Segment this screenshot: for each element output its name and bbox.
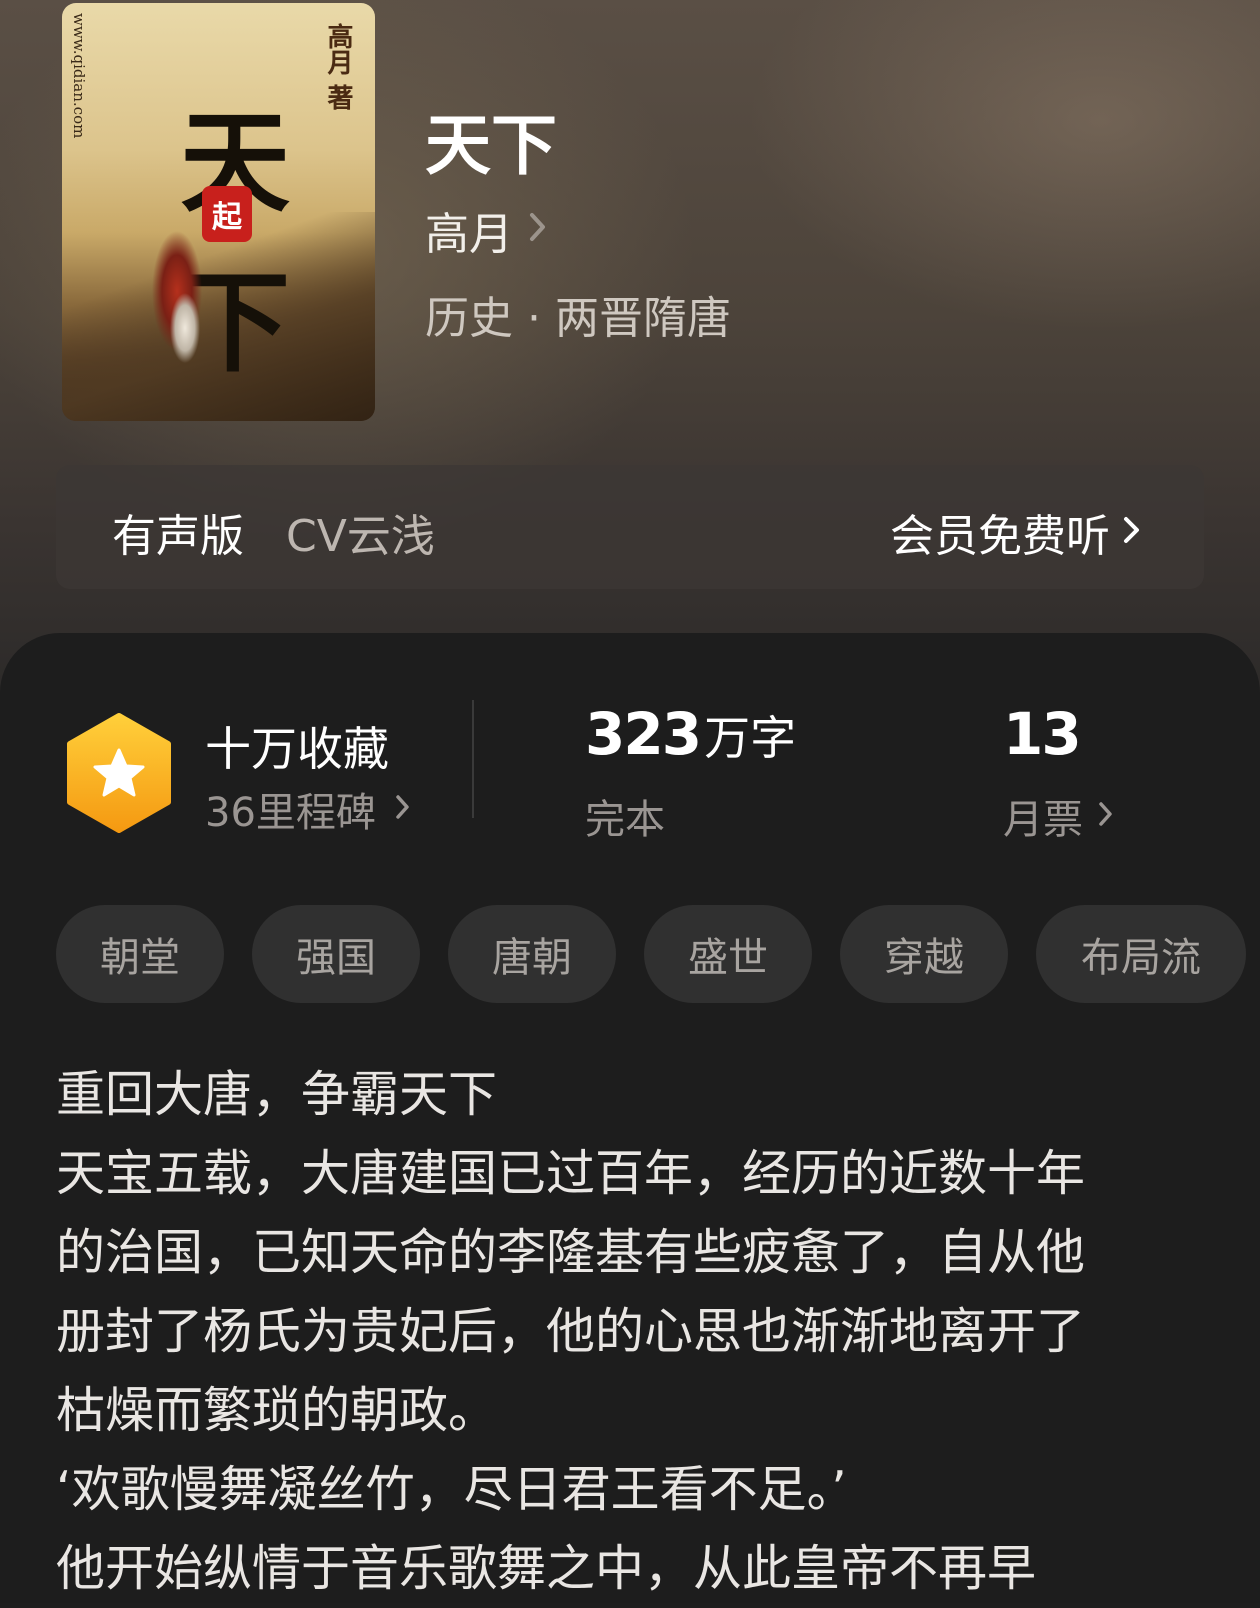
- description-line: 枯燥而繁琐的朝政。: [56, 1382, 498, 1439]
- book-title: 天下: [425, 107, 557, 184]
- audiobook-label: 有声版: [112, 511, 244, 562]
- chevron-right-icon: [1097, 793, 1115, 839]
- tag-chip[interactable]: 穿越: [840, 905, 1008, 1003]
- chevron-right-icon: [527, 205, 549, 256]
- member-free-listen-label: 会员免费听: [890, 511, 1110, 562]
- tag-chip[interactable]: 唐朝: [448, 905, 616, 1003]
- book-cover[interactable]: www.qidian.com 高月 著 天下 起: [62, 3, 375, 421]
- milestone-label: 36里程碑: [205, 790, 376, 836]
- tag-chip[interactable]: 布局流: [1036, 905, 1246, 1003]
- audiobook-narrator: CV云浅: [286, 511, 435, 562]
- book-genre[interactable]: 历史 · 两晋隋唐: [425, 282, 731, 346]
- description-line: 天宝五载，大唐建国已过百年，经历的近数十年: [56, 1145, 1086, 1202]
- description-line: 他开始纵情于音乐歌舞之中，从此皇帝不再早: [56, 1540, 1037, 1597]
- collection-count: 十万收藏: [205, 722, 389, 776]
- author-name: 高月: [425, 209, 513, 260]
- word-count: 323 万字: [585, 700, 796, 768]
- monthly-votes-count: 13: [1003, 700, 1082, 768]
- completion-status: 完本: [585, 797, 665, 843]
- tag-chip[interactable]: 强国: [252, 905, 420, 1003]
- description-line: ‘欢歌慢舞凝丝竹，尽日君王看不足。’: [56, 1461, 847, 1518]
- hexagon-badge-icon: [64, 712, 174, 834]
- stats-divider: [472, 700, 474, 818]
- tag-chip[interactable]: 盛世: [644, 905, 812, 1003]
- member-free-listen-button[interactable]: 会员免费听: [890, 500, 1142, 564]
- monthly-votes-link[interactable]: 月票: [1003, 787, 1115, 845]
- chevron-right-icon: [1122, 507, 1142, 558]
- tag-chip[interactable]: 朝堂: [56, 905, 224, 1003]
- author-link[interactable]: 高月: [425, 198, 549, 262]
- tag-list: 朝堂 强国 唐朝 盛世 穿越 布局流: [56, 905, 1246, 1003]
- description-line: 的治国，已知天命的李隆基有些疲惫了，自从他: [56, 1224, 1086, 1281]
- cover-seal: 起: [202, 186, 252, 242]
- audiobook-bar[interactable]: 有声版 CV云浅 会员免费听: [56, 465, 1204, 589]
- book-description[interactable]: 重回大唐，争霸天下 天宝五载，大唐建国已过百年，经历的近数十年 的治国，已知天命…: [56, 1055, 1186, 1608]
- cover-side-text: www.qidian.com: [70, 13, 88, 139]
- word-count-number: 323: [585, 700, 702, 768]
- description-line: 册封了杨氏为贵妃后，他的心思也渐渐地离开了: [56, 1303, 1086, 1360]
- milestone-link[interactable]: 36里程碑: [205, 780, 412, 838]
- chevron-right-icon: [394, 786, 412, 832]
- word-count-unit: 万字: [704, 711, 797, 765]
- description-line: 重回大唐，争霸天下: [56, 1066, 498, 1123]
- monthly-votes-label: 月票: [1003, 797, 1083, 843]
- cover-horse-figure: [170, 293, 200, 363]
